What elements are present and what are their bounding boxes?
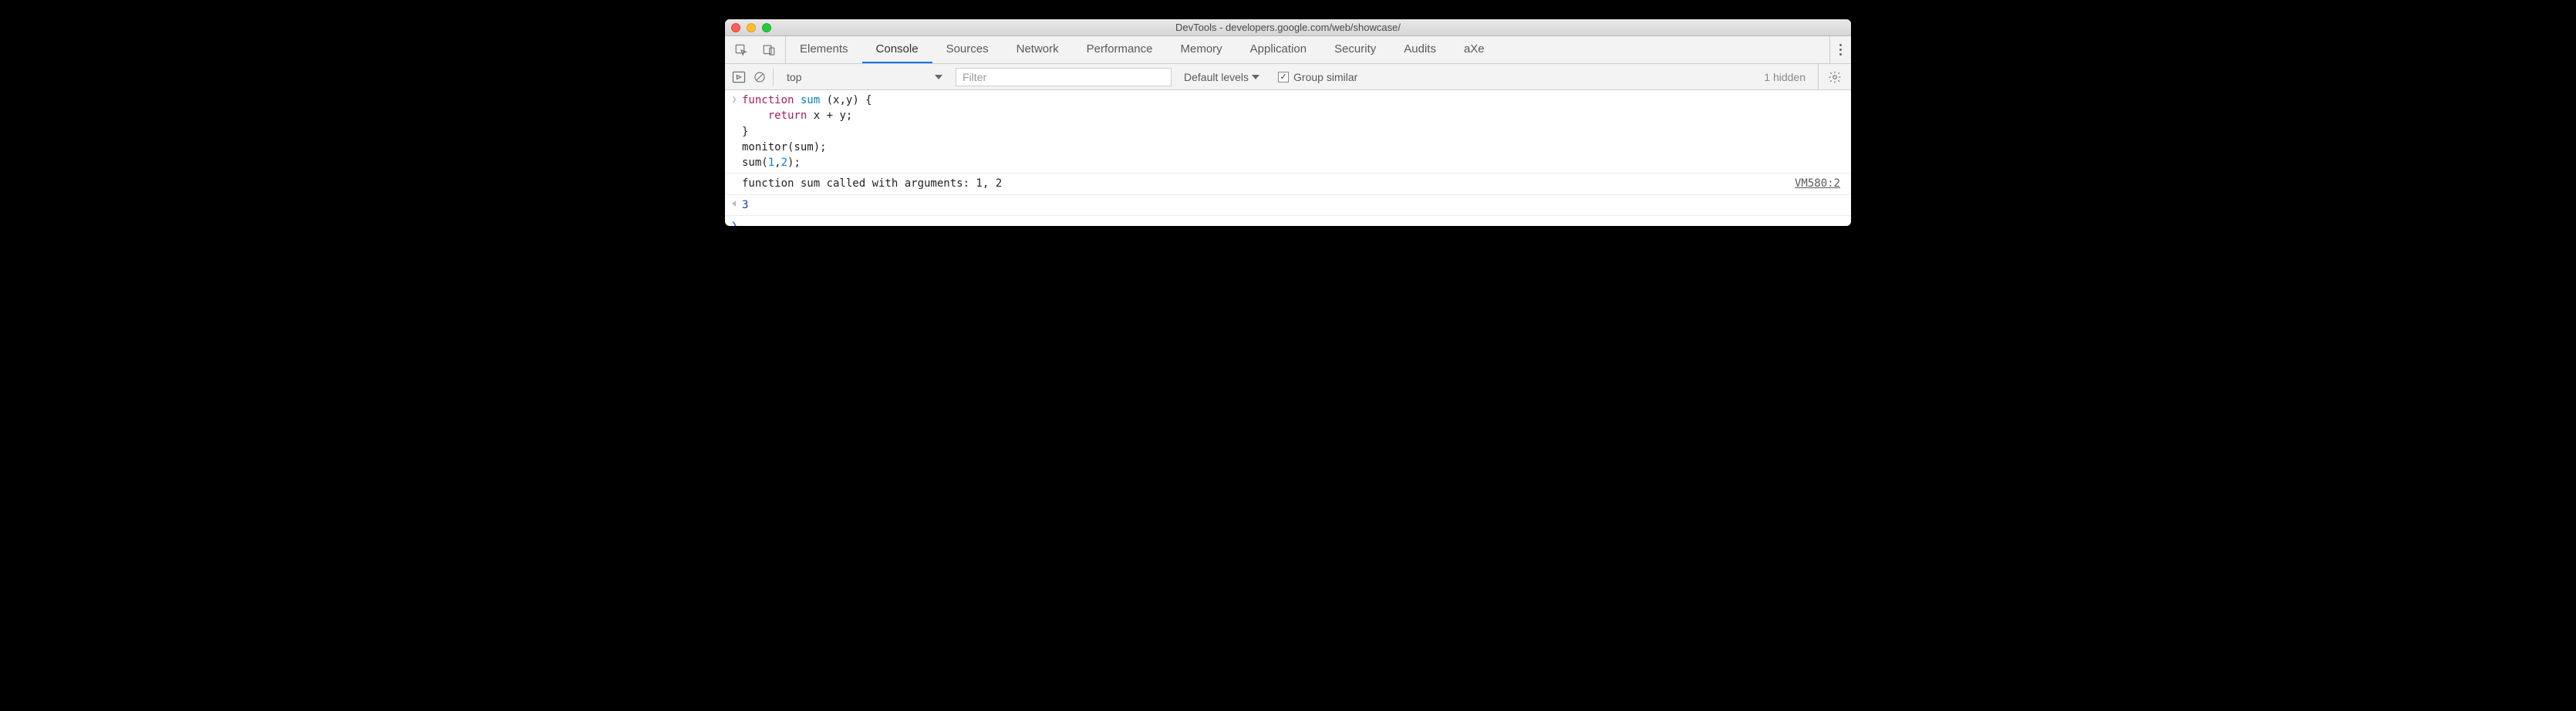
filter-input[interactable] (956, 68, 1172, 86)
window-title: DevTools - developers.google.com/web/sho… (725, 22, 1851, 33)
inspect-element-icon[interactable] (734, 43, 748, 57)
log-message: function sum called with arguments: 1, 2 (742, 176, 1795, 191)
window-controls (731, 23, 771, 32)
tab-elements[interactable]: Elements (786, 36, 862, 63)
context-label: top (787, 71, 801, 83)
more-options-icon[interactable] (1839, 44, 1842, 56)
source-link[interactable]: VM580:2 (1795, 176, 1845, 191)
hidden-count[interactable]: 1 hidden (1764, 71, 1812, 83)
log-levels-select[interactable]: Default levels (1178, 71, 1266, 83)
close-window-button[interactable] (731, 23, 740, 32)
console-prompt-row[interactable]: ❯ (725, 216, 1851, 226)
tab-axe[interactable]: aXe (1450, 36, 1499, 63)
tab-application[interactable]: Application (1236, 36, 1320, 63)
execution-context-select[interactable]: top (780, 68, 949, 86)
tab-sources[interactable]: Sources (932, 36, 1003, 63)
input-chevron-icon: ❯ (730, 93, 739, 106)
tab-console[interactable]: Console (862, 36, 932, 63)
device-toolbar-icon[interactable] (762, 43, 776, 57)
devtools-window: DevTools - developers.google.com/web/sho… (725, 19, 1851, 226)
tab-memory[interactable]: Memory (1167, 36, 1236, 63)
prompt-chevron-icon: ❯ (730, 219, 739, 226)
panel-tabs: Elements Console Sources Network Perform… (786, 36, 1829, 63)
tabbar: Elements Console Sources Network Perform… (725, 36, 1851, 64)
toggle-sidebar-icon[interactable] (731, 69, 747, 85)
group-similar-checkbox[interactable]: ✓ Group similar (1272, 71, 1364, 83)
input-code[interactable]: function sum (x,y) { return x + y; } mon… (742, 93, 1845, 170)
chevron-down-icon (1252, 75, 1259, 79)
result-value: 3 (742, 197, 1845, 213)
clear-console-icon[interactable] (753, 70, 767, 84)
chevron-down-icon (935, 75, 942, 79)
result-arrow-icon (730, 198, 739, 211)
tab-network[interactable]: Network (1003, 36, 1073, 63)
tabbar-right (1829, 36, 1851, 63)
tab-security[interactable]: Security (1320, 36, 1390, 63)
zoom-window-button[interactable] (762, 23, 771, 32)
console-log-row: function sum called with arguments: 1, 2… (725, 174, 1851, 194)
tab-performance[interactable]: Performance (1073, 36, 1167, 63)
console-body: ❯ function sum (x,y) { return x + y; } m… (725, 90, 1851, 226)
console-input-row: ❯ function sum (x,y) { return x + y; } m… (725, 90, 1851, 174)
console-result-row: 3 (725, 195, 1851, 216)
tab-audits[interactable]: Audits (1390, 36, 1450, 63)
tabbar-left (725, 36, 786, 63)
checkbox-icon: ✓ (1278, 72, 1289, 83)
console-settings-icon[interactable] (1818, 64, 1845, 89)
group-similar-label: Group similar (1293, 71, 1357, 83)
separator (773, 69, 774, 86)
console-toolbar: top Default levels ✓ Group similar 1 hid… (725, 64, 1851, 90)
titlebar: DevTools - developers.google.com/web/sho… (725, 19, 1851, 36)
minimize-window-button[interactable] (747, 23, 756, 32)
levels-label: Default levels (1184, 71, 1249, 83)
